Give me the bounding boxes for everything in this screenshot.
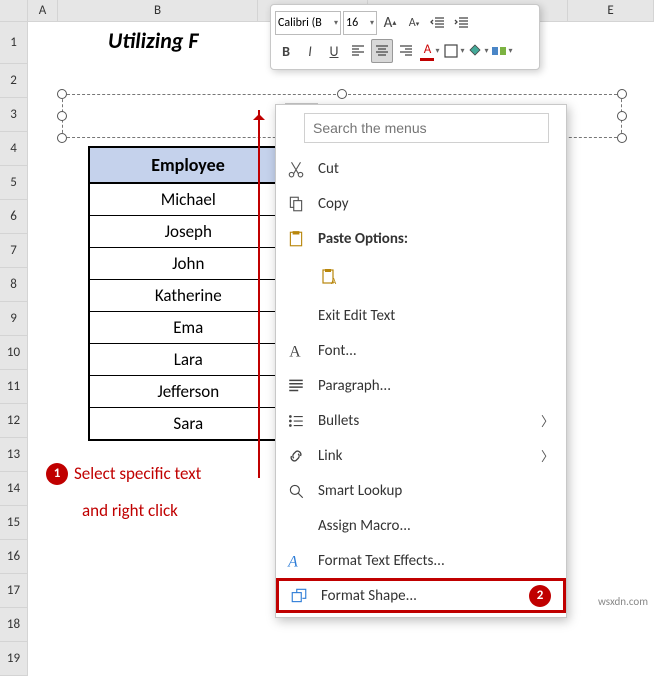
row-header[interactable]: 13 bbox=[0, 438, 28, 472]
font-color-button[interactable]: A▾ bbox=[419, 39, 441, 63]
resize-handle[interactable] bbox=[57, 111, 67, 121]
resize-handle[interactable] bbox=[617, 133, 627, 143]
smart-lookup-icon bbox=[284, 481, 308, 501]
row-header[interactable]: 7 bbox=[0, 234, 28, 268]
bullets-icon bbox=[284, 411, 308, 431]
annotation-badge-1: 1 bbox=[46, 463, 68, 485]
decrease-indent-button[interactable] bbox=[427, 11, 449, 35]
annotation-text-1: Select specific text bbox=[74, 463, 201, 484]
row-header[interactable]: 6 bbox=[0, 200, 28, 234]
row-header[interactable]: 12 bbox=[0, 404, 28, 438]
col-header-b[interactable]: B bbox=[58, 0, 258, 21]
col-header-a[interactable]: A bbox=[28, 0, 58, 21]
menu-copy[interactable]: Copy bbox=[276, 186, 566, 221]
paragraph-icon bbox=[284, 376, 308, 396]
format-shape-icon bbox=[287, 586, 311, 606]
row-header[interactable]: 15 bbox=[0, 506, 28, 540]
styles-button[interactable]: ▾ bbox=[491, 39, 513, 63]
copy-icon bbox=[284, 194, 308, 214]
paste-text-icon: A bbox=[318, 267, 342, 287]
paste-icon bbox=[284, 229, 308, 249]
annotation-badge-2: 2 bbox=[529, 585, 551, 607]
submenu-arrow-icon: 〉 bbox=[541, 411, 558, 430]
italic-button[interactable]: I bbox=[299, 39, 321, 63]
select-all-corner[interactable] bbox=[0, 0, 28, 21]
font-name-input[interactable]: Calibri (B▾ bbox=[275, 11, 341, 35]
menu-assign-macro[interactable]: Assign Macro... bbox=[276, 508, 566, 543]
align-right-button[interactable] bbox=[395, 39, 417, 63]
text-effects-icon: A bbox=[284, 551, 308, 571]
resize-handle[interactable] bbox=[57, 133, 67, 143]
menu-link[interactable]: Link 〉 bbox=[276, 438, 566, 473]
submenu-arrow-icon: 〉 bbox=[541, 446, 558, 465]
bold-button[interactable]: B bbox=[275, 39, 297, 63]
row-header[interactable]: 1 bbox=[0, 22, 28, 64]
row-header[interactable]: 8 bbox=[0, 268, 28, 302]
row-header[interactable]: 4 bbox=[0, 132, 28, 166]
increase-indent-button[interactable] bbox=[451, 11, 473, 35]
cut-icon bbox=[284, 159, 308, 179]
resize-handle[interactable] bbox=[337, 89, 347, 99]
mini-toolbar: Calibri (B▾ 16▾ A▴ A▾ B I U A▾ ▾ ▾ ▾ bbox=[270, 4, 540, 70]
menu-cut[interactable]: Cut bbox=[276, 151, 566, 186]
menu-search-input[interactable] bbox=[304, 113, 549, 143]
resize-handle[interactable] bbox=[617, 111, 627, 121]
row-header[interactable]: 10 bbox=[0, 336, 28, 370]
row-header[interactable]: 16 bbox=[0, 540, 28, 574]
page-title: Utilizing F bbox=[108, 27, 198, 54]
row-headers: 1 2 3 4 5 6 7 8 9 10 11 12 13 14 15 16 1… bbox=[0, 22, 28, 676]
svg-text:A: A bbox=[331, 276, 337, 286]
menu-format-shape[interactable]: Format Shape... 2 bbox=[276, 578, 566, 613]
resize-handle[interactable] bbox=[617, 89, 627, 99]
annotation-arrow bbox=[258, 110, 260, 478]
row-header[interactable]: 17 bbox=[0, 574, 28, 608]
increase-font-button[interactable]: A▴ bbox=[379, 11, 401, 35]
svg-text:A: A bbox=[289, 343, 301, 359]
row-header[interactable]: 18 bbox=[0, 608, 28, 642]
context-menu: Cut Copy Paste Options: A Exit Edit Text… bbox=[275, 104, 567, 618]
annotation-text-2: and right click bbox=[82, 500, 178, 521]
menu-paste-options: Paste Options: bbox=[276, 221, 566, 256]
row-header[interactable]: 11 bbox=[0, 370, 28, 404]
shape-outline-button[interactable]: ▾ bbox=[443, 39, 465, 63]
font-icon: A bbox=[284, 341, 308, 361]
menu-bullets[interactable]: Bullets 〉 bbox=[276, 403, 566, 438]
menu-format-text-effects[interactable]: A Format Text Effects... bbox=[276, 543, 566, 578]
align-left-button[interactable] bbox=[347, 39, 369, 63]
col-header-e[interactable]: E bbox=[568, 0, 654, 21]
row-header[interactable]: 19 bbox=[0, 642, 28, 676]
font-size-input[interactable]: 16▾ bbox=[343, 11, 377, 35]
menu-smart-lookup[interactable]: Smart Lookup bbox=[276, 473, 566, 508]
menu-font[interactable]: A Font... bbox=[276, 333, 566, 368]
svg-text:A: A bbox=[287, 553, 298, 569]
align-center-button[interactable] bbox=[371, 39, 393, 63]
row-header[interactable]: 14 bbox=[0, 472, 28, 506]
row-header[interactable]: 5 bbox=[0, 166, 28, 200]
decrease-font-button[interactable]: A▾ bbox=[403, 11, 425, 35]
resize-handle[interactable] bbox=[57, 89, 67, 99]
shape-fill-button[interactable]: ▾ bbox=[467, 39, 489, 63]
menu-exit-edit-text[interactable]: Exit Edit Text bbox=[276, 298, 566, 333]
menu-paragraph[interactable]: Paragraph... bbox=[276, 368, 566, 403]
watermark: wsxdn.com bbox=[598, 595, 648, 608]
row-header[interactable]: 2 bbox=[0, 64, 28, 98]
row-header[interactable]: 3 bbox=[0, 98, 28, 132]
underline-button[interactable]: U bbox=[323, 39, 345, 63]
link-icon bbox=[284, 446, 308, 466]
menu-paste-keep-text[interactable]: A bbox=[276, 256, 566, 298]
row-header[interactable]: 9 bbox=[0, 302, 28, 336]
